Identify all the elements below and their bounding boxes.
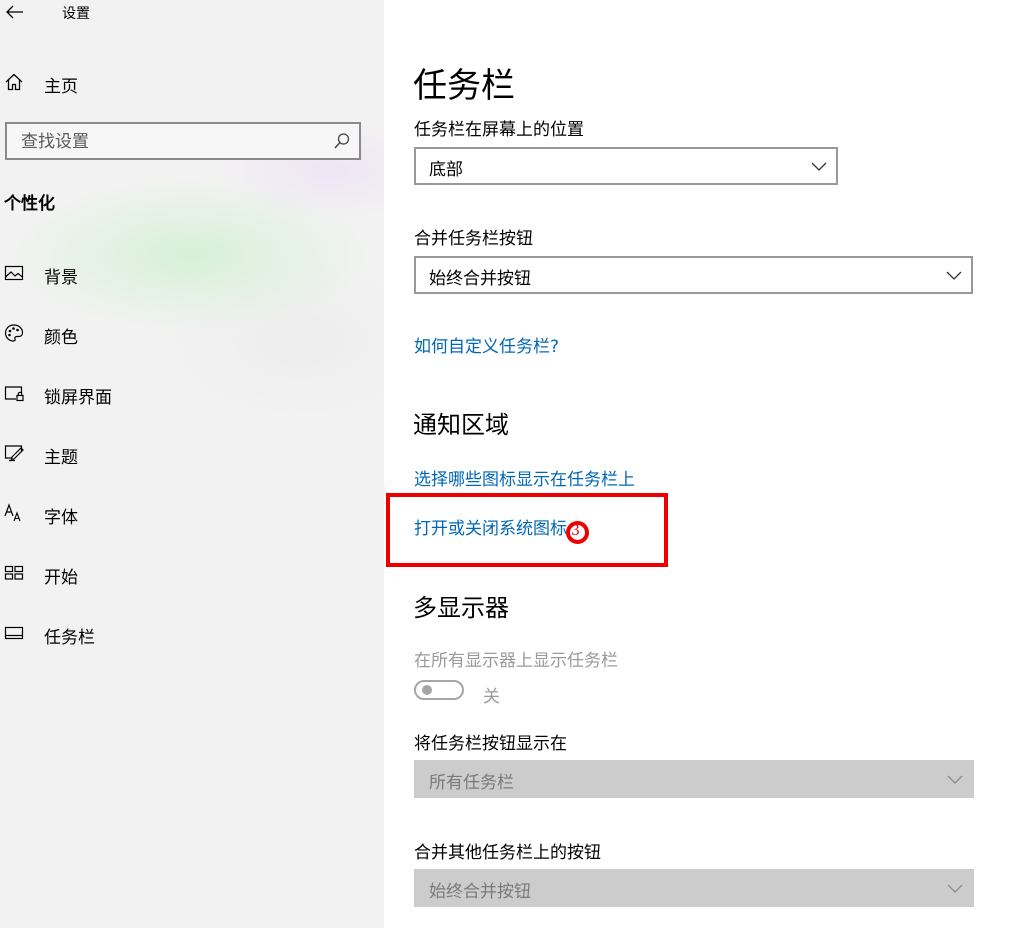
back-button[interactable] — [4, 1, 26, 23]
sidebar-item-lock-screen[interactable]: 锁屏界面 — [0, 373, 384, 413]
select-icons-link[interactable]: 选择哪些图标显示在任务栏上 — [414, 465, 635, 490]
sidebar-item-home[interactable]: 主页 — [0, 66, 384, 100]
sidebar-item-label: 任务栏 — [44, 628, 95, 648]
home-icon — [4, 72, 24, 96]
sidebar: 设置 主页 个性化 背景 — [0, 0, 384, 928]
dropdown-value: 始终合并按钮 — [429, 269, 531, 289]
font-icon — [4, 503, 24, 527]
sidebar-item-colors[interactable]: 颜色 — [0, 313, 384, 353]
sidebar-item-label: 锁屏界面 — [44, 388, 112, 408]
main-content: 任务栏 任务栏在屏幕上的位置 底部 合并任务栏按钮 始终合并按钮 如何自定义任务… — [384, 0, 1035, 928]
show-all-displays-label: 在所有显示器上显示任务栏 — [414, 651, 618, 671]
notification-area-heading: 通知区域 — [413, 411, 509, 439]
search-icon[interactable] — [333, 132, 351, 154]
sidebar-item-label: 字体 — [44, 508, 78, 528]
taskbar-position-dropdown[interactable]: 底部 — [414, 147, 838, 185]
lock-screen-icon — [4, 383, 24, 407]
annotation-marker: 3 — [566, 521, 589, 544]
sidebar-item-start[interactable]: 开始 — [0, 553, 384, 593]
sidebar-item-background[interactable]: 背景 — [0, 253, 384, 293]
toggle-state-label: 关 — [483, 687, 500, 707]
palette-icon — [4, 323, 24, 347]
picture-icon — [4, 263, 24, 287]
taskbar-icon — [4, 623, 24, 647]
position-label: 任务栏在屏幕上的位置 — [414, 120, 584, 140]
sidebar-item-label: 主页 — [44, 77, 78, 97]
sidebar-item-label: 主题 — [44, 448, 78, 468]
sidebar-item-taskbar[interactable]: 任务栏 — [0, 613, 384, 653]
combine-other-dropdown[interactable]: 始终合并按钮 — [414, 869, 974, 907]
annotation-highlight-box — [386, 493, 668, 567]
combine-other-label: 合并其他任务栏上的按钮 — [414, 843, 601, 863]
toggle-knob — [422, 685, 432, 695]
combine-label: 合并任务栏按钮 — [414, 229, 533, 249]
page-title: 任务栏 — [413, 66, 515, 106]
sidebar-item-label: 开始 — [44, 568, 78, 588]
sidebar-item-label: 背景 — [44, 268, 78, 288]
dropdown-value: 所有任务栏 — [429, 773, 514, 793]
chevron-down-icon — [945, 267, 963, 286]
theme-icon — [4, 443, 24, 467]
dropdown-value: 始终合并按钮 — [429, 882, 531, 902]
show-buttons-label: 将任务栏按钮显示在 — [414, 734, 567, 754]
show-all-displays-toggle[interactable] — [414, 680, 464, 700]
dropdown-value: 底部 — [429, 160, 463, 180]
chevron-down-icon — [946, 880, 964, 899]
app-title: 设置 — [62, 6, 90, 22]
sidebar-item-label: 颜色 — [44, 328, 78, 348]
combine-buttons-dropdown[interactable]: 始终合并按钮 — [414, 256, 973, 294]
search-input[interactable] — [19, 124, 323, 160]
section-heading: 个性化 — [4, 194, 55, 214]
search-box[interactable] — [5, 122, 361, 160]
sidebar-item-fonts[interactable]: 字体 — [0, 493, 384, 533]
customize-taskbar-link[interactable]: 如何自定义任务栏? — [414, 332, 559, 357]
chevron-down-icon — [810, 158, 828, 177]
sidebar-item-themes[interactable]: 主题 — [0, 433, 384, 473]
multi-display-heading: 多显示器 — [413, 594, 509, 622]
show-buttons-dropdown[interactable]: 所有任务栏 — [414, 760, 974, 798]
chevron-down-icon — [946, 771, 964, 790]
back-arrow-icon — [6, 5, 23, 19]
start-icon — [4, 563, 24, 587]
